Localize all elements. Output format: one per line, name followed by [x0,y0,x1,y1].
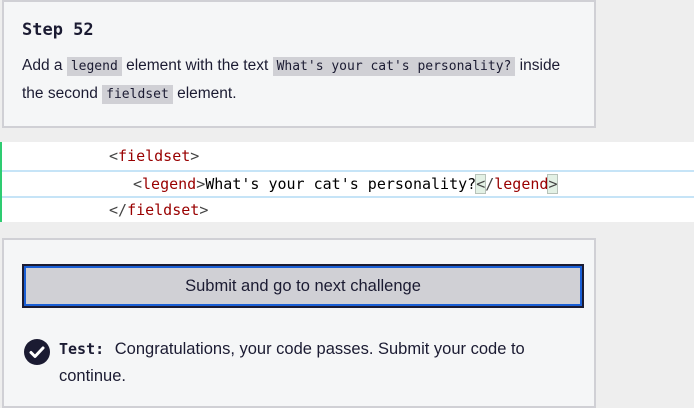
instructions: Add a legend element with the text What'… [22,52,576,108]
bracket: > [199,201,209,219]
check-circle-icon [24,339,50,365]
inline-code: legend [66,57,122,76]
code-editor[interactable]: <fieldset> <legend>What's your cat's per… [0,142,694,222]
test-message: Congratulations, your code passes. Submi… [59,340,525,385]
step-title: Step 52 [22,20,94,40]
code-line[interactable]: </fieldset> [2,197,694,223]
bracket-match: > [547,174,559,194]
bracket: </ [109,201,128,219]
test-label: Test: [59,340,105,358]
bracket: < [109,147,119,165]
test-panel: Submit and go to next challenge Test: Co… [2,238,596,408]
tag-name: fieldset [118,147,191,165]
inline-code: fieldset [102,85,173,104]
test-result: Test: Congratulations, your code passes.… [24,336,564,390]
text: Add a [22,57,67,74]
tag-name: legend [142,175,197,193]
submit-button[interactable]: Submit and go to next challenge [22,264,584,308]
tag-name: fieldset [127,201,200,219]
legend-text: What's your cat's personality? [205,175,477,193]
bracket: > [196,175,206,193]
code-line[interactable]: <fieldset> [2,143,694,169]
code-line-active[interactable]: <legend>What's your cat's personality?</… [2,170,694,198]
slash: / [485,175,495,193]
bracket: < [133,175,143,193]
bracket: > [190,147,200,165]
text: element. [172,85,237,102]
bracket-match: < [475,174,487,194]
inline-code: What's your cat's personality? [272,57,516,76]
challenge-description: Step 52 Add a legend element with the te… [2,0,596,128]
tag-name: legend [494,175,549,193]
text: element with the text [121,57,273,74]
